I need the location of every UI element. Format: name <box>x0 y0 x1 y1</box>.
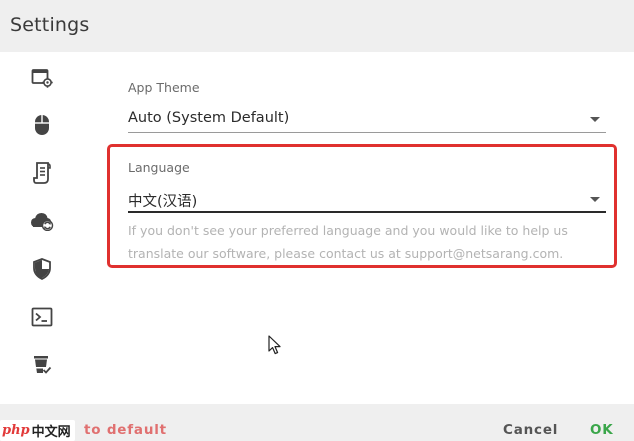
watermark-cn: 中文网 <box>31 425 71 440</box>
watermark-brand: php <box>2 423 30 438</box>
terminal-icon[interactable] <box>30 305 54 329</box>
app-theme-label: App Theme <box>128 80 200 95</box>
mouse-cursor-icon <box>268 335 282 359</box>
app-theme-dropdown-arrow-icon <box>590 117 600 122</box>
title-bar: Settings <box>0 0 634 52</box>
settings-window: Settings App Theme Auto (System Default)… <box>0 0 634 441</box>
document-scroll-icon[interactable] <box>30 161 54 185</box>
app-theme-value: Auto (System Default) <box>128 110 290 126</box>
window-settings-icon[interactable] <box>30 66 54 90</box>
window-title: Settings <box>10 14 90 36</box>
language-highlight-box <box>107 144 617 268</box>
settings-sidebar <box>0 52 86 404</box>
reset-to-default-button[interactable]: to default <box>84 422 167 438</box>
mouse-icon[interactable] <box>30 113 54 137</box>
app-theme-select[interactable]: Auto (System Default) <box>128 107 606 133</box>
php-cn-watermark: php 中文网 <box>0 420 75 441</box>
shield-icon[interactable] <box>30 257 54 281</box>
clear-history-icon[interactable] <box>30 353 54 377</box>
app-theme-underline <box>128 132 606 133</box>
cancel-button[interactable]: Cancel <box>503 422 558 438</box>
ok-button[interactable]: OK <box>590 422 614 438</box>
dialog-footer: to default Cancel OK <box>0 404 634 441</box>
cloud-sync-icon[interactable] <box>30 209 54 233</box>
app-theme-field: App Theme Auto (System Default) <box>128 80 606 134</box>
